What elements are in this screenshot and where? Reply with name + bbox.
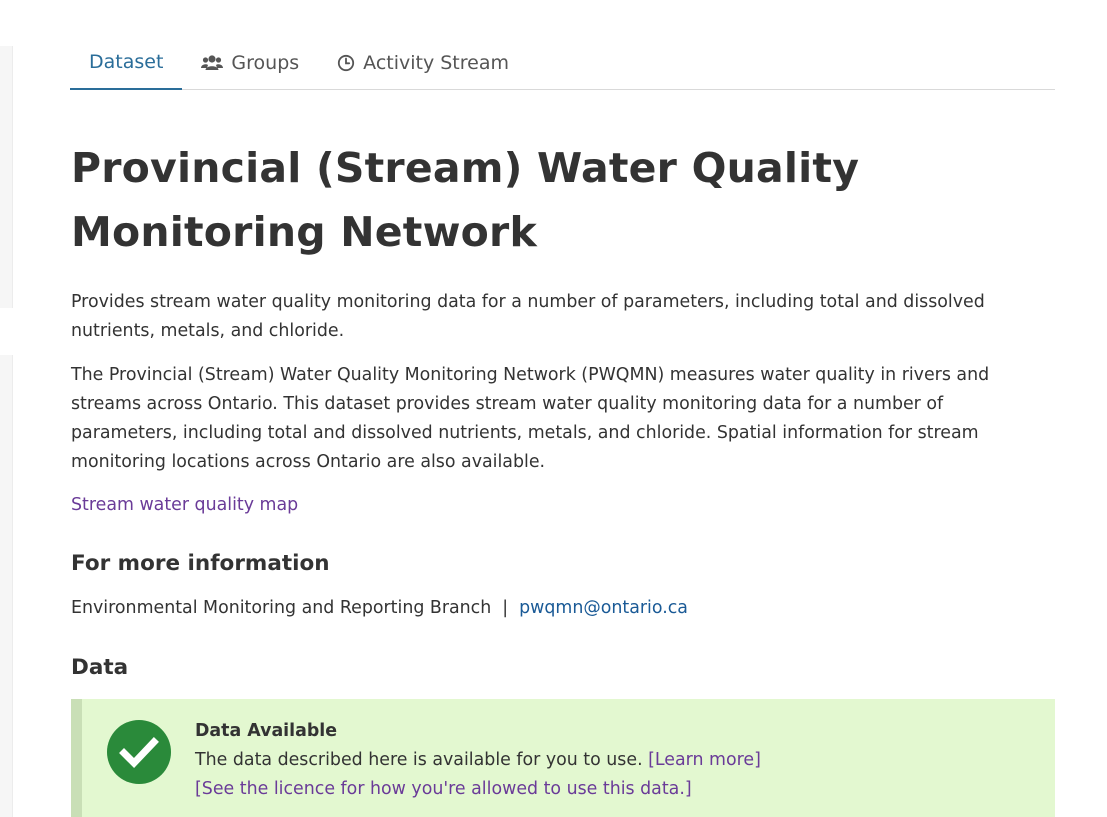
tab-label: Dataset: [89, 51, 164, 73]
dataset-summary: Provides stream water quality monitoring…: [71, 292, 985, 341]
tab-activity-stream[interactable]: Activity Stream: [318, 36, 528, 90]
licence-link[interactable]: [See the licence for how you're allowed …: [195, 779, 692, 799]
left-rail: [0, 46, 13, 308]
callout-line: The data described here is available for…: [195, 746, 761, 775]
learn-more-link[interactable]: [Learn more]: [648, 750, 761, 770]
tab-label: Groups: [231, 52, 300, 74]
clock-icon: [337, 54, 355, 72]
dataset-tabs: Dataset Groups Activity Stream: [70, 36, 1055, 90]
tab-dataset[interactable]: Dataset: [70, 36, 183, 90]
contact-line: Environmental Monitoring and Reporting B…: [71, 594, 688, 623]
checkmark-circle-icon: [107, 720, 171, 784]
left-rail: [0, 355, 13, 817]
branch-name: Environmental Monitoring and Reporting B…: [71, 598, 492, 618]
stream-map-link[interactable]: Stream water quality map: [71, 491, 298, 520]
callout-line: [See the licence for how you're allowed …: [195, 775, 761, 804]
callout-title: Data Available: [195, 721, 338, 741]
users-icon: [201, 54, 224, 72]
data-available-callout: Data Available The data described here i…: [71, 699, 1055, 817]
tab-label: Activity Stream: [363, 52, 509, 74]
tab-groups[interactable]: Groups: [182, 36, 318, 90]
callout-body: Data Available The data described here i…: [195, 717, 761, 804]
separator: |: [502, 598, 509, 618]
callout-text: The data described here is available for…: [195, 750, 643, 770]
email-link[interactable]: pwqmn@ontario.ca: [519, 598, 688, 618]
dataset-description: The Provincial (Stream) Water Quality Mo…: [71, 365, 990, 472]
page-title: Provincial (Stream) Water Quality Monito…: [71, 144, 860, 256]
data-heading: Data: [71, 655, 129, 680]
more-info-heading: For more information: [71, 551, 330, 576]
